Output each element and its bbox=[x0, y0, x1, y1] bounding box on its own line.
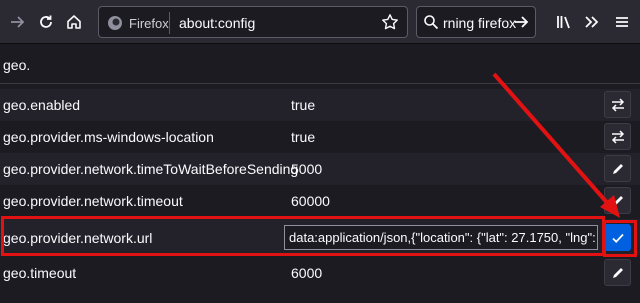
pencil-icon bbox=[612, 163, 623, 174]
library-button[interactable] bbox=[550, 8, 578, 36]
edit-button[interactable] bbox=[604, 259, 631, 286]
navigation-toolbar: Firefox about:config rning firefox bbox=[0, 0, 640, 44]
toggle-icon bbox=[611, 129, 624, 144]
bookmark-star-icon[interactable] bbox=[381, 13, 399, 31]
search-icon bbox=[424, 15, 439, 30]
pref-filter-row bbox=[0, 46, 640, 84]
chevron-double-right-icon bbox=[585, 16, 599, 28]
pencil-icon bbox=[612, 267, 623, 278]
pref-name: geo.provider.network.timeout bbox=[3, 193, 183, 209]
annotation-highlight-save-button bbox=[603, 220, 637, 257]
url-text[interactable]: about:config bbox=[179, 15, 255, 31]
pref-value[interactable]: 60000 bbox=[291, 193, 330, 209]
pref-name: geo.enabled bbox=[3, 97, 81, 113]
edit-button[interactable] bbox=[604, 187, 631, 214]
pref-value[interactable]: true bbox=[291, 97, 315, 113]
search-bar[interactable]: rning firefox bbox=[416, 6, 536, 38]
url-separator bbox=[169, 12, 170, 34]
pref-row: geo.timeout 6000 bbox=[0, 257, 640, 289]
toggle-button[interactable] bbox=[604, 91, 631, 118]
reload-button[interactable] bbox=[32, 8, 60, 36]
reload-icon bbox=[40, 15, 52, 28]
pref-value[interactable]: 6000 bbox=[291, 265, 322, 281]
site-identity[interactable]: Firefox bbox=[107, 14, 169, 32]
pref-row: geo.provider.network.timeToWaitBeforeSen… bbox=[0, 153, 640, 185]
app-menu-button[interactable] bbox=[608, 8, 636, 36]
pref-search-input[interactable] bbox=[0, 46, 640, 83]
home-icon bbox=[67, 15, 81, 29]
pencil-icon bbox=[612, 195, 623, 206]
home-button[interactable] bbox=[60, 8, 88, 36]
pref-value[interactable]: 5000 bbox=[291, 161, 322, 177]
identity-label: Firefox bbox=[129, 15, 169, 31]
annotation-highlight-row bbox=[1, 216, 605, 256]
toggle-button[interactable] bbox=[604, 123, 631, 150]
hamburger-menu-icon bbox=[616, 17, 628, 27]
toggle-icon bbox=[611, 97, 624, 112]
library-icon bbox=[557, 16, 570, 29]
edit-button[interactable] bbox=[604, 155, 631, 182]
pref-row: geo.enabled true bbox=[0, 89, 640, 121]
pref-name: geo.timeout bbox=[3, 265, 77, 281]
pref-value[interactable]: true bbox=[291, 129, 315, 145]
search-go-arrow-icon[interactable] bbox=[513, 13, 531, 31]
search-text[interactable]: rning firefox bbox=[443, 15, 516, 31]
pref-row: geo.provider.ms-windows-location true bbox=[0, 121, 640, 153]
overflow-button[interactable] bbox=[578, 8, 606, 36]
forward-button[interactable] bbox=[4, 8, 32, 36]
url-bar[interactable]: Firefox about:config bbox=[98, 6, 408, 38]
pref-row: geo.provider.network.timeout 60000 bbox=[0, 185, 640, 217]
forward-arrow-icon bbox=[11, 16, 25, 28]
pref-name: geo.provider.network.timeToWaitBeforeSen… bbox=[3, 161, 299, 177]
firefox-logo-icon bbox=[108, 16, 122, 30]
pref-name: geo.provider.ms-windows-location bbox=[3, 129, 214, 145]
